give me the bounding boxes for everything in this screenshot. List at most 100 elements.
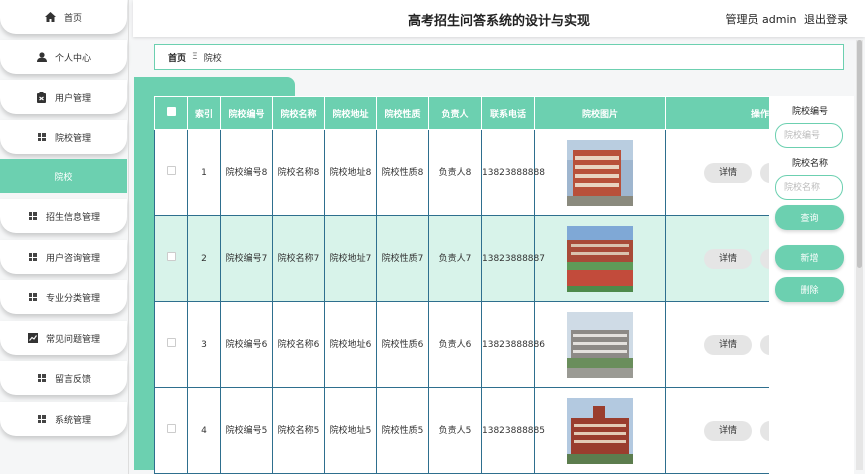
column-header: 院校编号 [220, 96, 273, 130]
top-header: 高考招生问答系统的设计与实现 管理员 admin 退出登录 [133, 0, 865, 37]
cell-person: 负责人8 [428, 129, 482, 216]
sidebar-item-label: 留言反馈 [54, 374, 91, 385]
cell-phone: 13823888887 [481, 215, 545, 302]
edit-button[interactable]: 修改 [760, 420, 769, 441]
sidebar-item-label: 个人中心 [54, 53, 91, 64]
cell-phone: 13823888885 [481, 387, 545, 474]
grid-icon [27, 251, 39, 263]
sidebar-item-label: 院校 [54, 172, 73, 183]
school-photo [567, 397, 633, 464]
table-row: 3 院校编号6 院校名称6 院校地址6 院校性质6 负责人6 138238888… [154, 301, 769, 388]
detail-button[interactable]: 详情 [704, 334, 752, 355]
cell-phone: 13823888886 [481, 301, 545, 388]
sidebar-item-label: 招生信息管理 [45, 212, 100, 223]
column-header: 院校性质 [376, 96, 429, 130]
page-scrollbar[interactable] [856, 40, 863, 470]
breadcrumb-home[interactable]: 首页 [168, 51, 186, 64]
school-photo [567, 225, 633, 292]
decorative-bar [134, 77, 154, 470]
sidebar-item-admission-info[interactable]: 招生信息管理 [0, 199, 127, 233]
row-checkbox[interactable] [166, 165, 176, 175]
sidebar-item-label: 专业分类管理 [45, 293, 100, 304]
edit-button[interactable]: 修改 [760, 334, 769, 355]
edit-button[interactable]: 修改 [760, 162, 769, 183]
table-row: 1 院校编号8 院校名称8 院校地址8 院校性质8 负责人8 138238888… [154, 129, 769, 216]
search-panel: 院校编号 院校名称 查询 新增 删除 [769, 96, 854, 474]
school-photo [567, 311, 633, 378]
user-area: 管理员 admin 退出登录 [722, 11, 848, 27]
cell-index: 1 [187, 129, 221, 216]
cell-phone: 13823888888 [481, 129, 545, 216]
grid-icon [27, 291, 39, 303]
home-icon [45, 11, 57, 23]
name-search-label: 院校名称 [791, 159, 828, 169]
sidebar-item-faq[interactable]: 常见问题管理 [0, 321, 127, 355]
school-table: 索引 院校编号 院校名称 院校地址 院校性质 负责人 联系电话 院校图片 操作 … [154, 96, 769, 474]
clipboard-icon [36, 91, 48, 103]
cell-code: 院校编号7 [220, 215, 273, 302]
cell-nature: 院校性质5 [376, 387, 429, 474]
cell-code: 院校编号6 [220, 301, 273, 388]
cell-name: 院校名称7 [272, 215, 325, 302]
cell-nature: 院校性质7 [376, 215, 429, 302]
cell-address: 院校地址8 [324, 129, 377, 216]
sidebar-item-feedback[interactable]: 留言反馈 [0, 361, 127, 395]
cell-name: 院校名称6 [272, 301, 325, 388]
column-header: 索引 [187, 96, 221, 130]
sidebar-item-school-management[interactable]: 院校管理 [0, 120, 127, 154]
grid-icon [36, 372, 48, 384]
row-checkbox[interactable] [166, 423, 176, 433]
user-label: 管理员 admin [725, 13, 797, 26]
detail-button[interactable]: 详情 [704, 420, 752, 441]
scrollbar-thumb[interactable] [857, 40, 862, 268]
sidebar: 首页 个人中心 用户管理 院校管理 院校 招生信息管理 用户咨询管理 专业分类管… [0, 0, 133, 474]
school-table-container: 索引 院校编号 院校名称 院校地址 院校性质 负责人 联系电话 院校图片 操作 … [154, 96, 769, 474]
grid-icon [36, 413, 48, 425]
chart-icon [27, 332, 39, 344]
cell-code: 院校编号8 [220, 129, 273, 216]
cell-address: 院校地址6 [324, 301, 377, 388]
breadcrumb-separator: Ξ [192, 52, 198, 62]
row-checkbox[interactable] [166, 337, 176, 347]
sidebar-item-profile[interactable]: 个人中心 [0, 40, 127, 74]
cell-name: 院校名称8 [272, 129, 325, 216]
cell-index: 2 [187, 215, 221, 302]
sidebar-item-major-category[interactable]: 专业分类管理 [0, 280, 127, 314]
cell-person: 负责人5 [428, 387, 482, 474]
sidebar-item-user-consultation[interactable]: 用户咨询管理 [0, 240, 127, 274]
cell-person: 负责人6 [428, 301, 482, 388]
sidebar-item-label: 系统管理 [54, 415, 91, 426]
person-icon [36, 51, 48, 63]
row-checkbox[interactable] [166, 251, 176, 261]
detail-button[interactable]: 详情 [704, 248, 752, 269]
sidebar-item-home[interactable]: 首页 [0, 0, 127, 34]
edit-button[interactable]: 修改 [760, 248, 769, 269]
select-all-checkbox[interactable] [166, 107, 176, 116]
sidebar-item-school[interactable]: 院校 [0, 159, 127, 193]
sidebar-item-system[interactable]: 系统管理 [0, 402, 127, 436]
decorative-tab [134, 77, 295, 97]
cell-address: 院校地址7 [324, 215, 377, 302]
cell-address: 院校地址5 [324, 387, 377, 474]
school-photo [567, 139, 633, 206]
query-button[interactable]: 查询 [775, 205, 844, 230]
code-search-input[interactable] [775, 123, 843, 148]
cell-index: 4 [187, 387, 221, 474]
logout-link[interactable]: 退出登录 [804, 13, 848, 26]
table-row: 4 院校编号5 院校名称5 院校地址5 院校性质5 负责人5 138238888… [154, 387, 769, 474]
sidebar-item-label: 常见问题管理 [45, 334, 100, 345]
cell-nature: 院校性质6 [376, 301, 429, 388]
select-all-header[interactable] [154, 96, 188, 130]
column-header: 负责人 [428, 96, 482, 130]
table-row: 2 院校编号7 院校名称7 院校地址7 院校性质7 负责人7 138238888… [154, 215, 769, 302]
code-search-label: 院校编号 [791, 107, 828, 117]
name-search-input[interactable] [775, 175, 843, 200]
grid-icon [36, 131, 48, 143]
detail-button[interactable]: 详情 [704, 162, 752, 183]
table-header-row: 索引 院校编号 院校名称 院校地址 院校性质 负责人 联系电话 院校图片 操作 [154, 96, 769, 130]
delete-button[interactable]: 删除 [775, 277, 844, 302]
breadcrumb: 首页 Ξ 院校 [154, 44, 844, 70]
sidebar-item-user-management[interactable]: 用户管理 [0, 80, 127, 114]
add-button[interactable]: 新增 [775, 245, 844, 270]
column-header: 院校地址 [324, 96, 377, 130]
